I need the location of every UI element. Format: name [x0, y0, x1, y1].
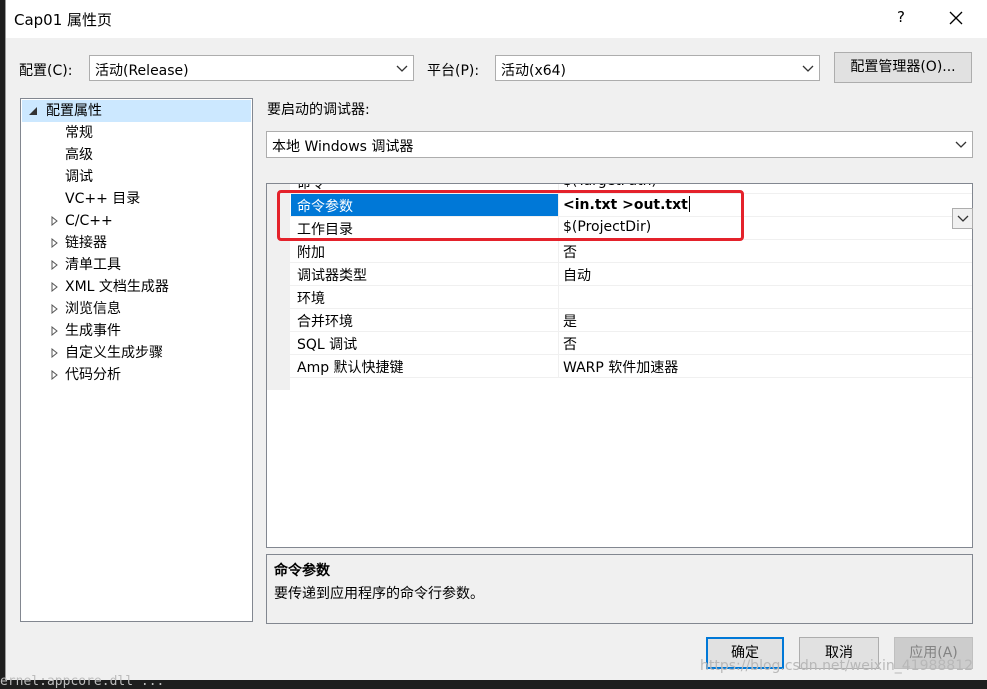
column-divider	[558, 184, 559, 193]
description-title: 命令参数	[274, 563, 330, 579]
description-panel: 命令参数 要传递到应用程序的命令行参数。	[266, 554, 973, 624]
tree-item-label: 配置属性	[46, 103, 102, 119]
tree-group-label: 生成事件	[65, 323, 121, 339]
command-arguments-input[interactable]: <in.txt >out.txt	[563, 196, 690, 213]
column-divider	[558, 194, 559, 216]
tree-item[interactable]: VC++ 目录	[65, 188, 140, 210]
debugger-label: 要启动的调试器:	[267, 102, 370, 118]
column-divider	[558, 332, 559, 354]
property-row[interactable]: 调试器类型 自动	[290, 263, 972, 286]
property-name: SQL 调试	[297, 337, 358, 353]
property-row[interactable]: 环境	[290, 286, 972, 309]
title-bar: Cap01 属性页 ?	[6, 0, 987, 38]
column-divider	[558, 240, 559, 262]
tree-group-label: 清单工具	[65, 257, 121, 273]
property-row[interactable]: 命令参数 <in.txt >out.txt	[290, 194, 972, 217]
collapsed-triangle-icon	[49, 304, 59, 314]
chevron-down-icon	[802, 64, 814, 74]
grid-gutter	[267, 184, 290, 390]
debugger-value: 本地 Windows 调试器	[272, 139, 414, 155]
tree-group-label: 代码分析	[65, 367, 121, 383]
column-divider	[558, 355, 559, 377]
tree-item[interactable]: 常规	[65, 122, 93, 144]
column-divider	[558, 263, 559, 285]
text-cursor	[688, 196, 690, 212]
property-grid: 命令 $(TargetPath) 命令参数 <in.txt >out.txt 工作目录 $…	[266, 183, 973, 548]
property-value: $(ProjectDir)	[563, 219, 652, 235]
property-row[interactable]: Amp 默认快捷键 WARP 软件加速器	[290, 355, 972, 378]
tree-item[interactable]: 高级	[65, 144, 93, 166]
property-value: 自动	[563, 268, 591, 284]
column-divider	[558, 217, 559, 239]
window-title: Cap01 属性页	[14, 11, 113, 29]
property-value: 是	[563, 314, 577, 330]
close-icon[interactable]	[944, 6, 968, 30]
collapsed-triangle-icon	[49, 238, 59, 248]
platform-label: 平台(P):	[427, 63, 480, 79]
property-value: 否	[563, 245, 577, 261]
collapsed-triangle-icon	[49, 370, 59, 380]
property-value: $(TargetPath)	[563, 184, 657, 189]
property-row[interactable]: 工作目录 $(ProjectDir)	[290, 217, 972, 240]
description-text: 要传递到应用程序的命令行参数。	[274, 586, 484, 602]
chevron-down-icon	[396, 64, 408, 74]
tree-group-label: 自定义生成步骤	[65, 345, 163, 361]
column-divider	[558, 309, 559, 331]
tree-group-label: C/C++	[65, 213, 113, 229]
collapsed-triangle-icon	[49, 260, 59, 270]
column-divider	[558, 286, 559, 308]
property-name: 调试器类型	[297, 268, 367, 284]
tree-group-label: 链接器	[65, 235, 107, 251]
property-value: WARP 软件加速器	[563, 360, 679, 376]
property-pages-dialog: Cap01 属性页 ? 配置(C): 活动(Release) 平台(P): 活动…	[5, 0, 987, 680]
tree-item-root[interactable]: 配置属性	[22, 100, 251, 122]
tree-group-label: 浏览信息	[65, 301, 121, 317]
value-dropdown-button[interactable]	[952, 208, 973, 229]
config-manager-button[interactable]: 配置管理器(O)...	[834, 52, 972, 83]
debugger-dropdown[interactable]: 本地 Windows 调试器	[266, 131, 973, 158]
property-name: 命令参数	[297, 199, 353, 215]
property-tree: 配置属性 常规高级调试 VC++ 目录 C/C++ 链接器清单工具 XML 文档生成器…	[20, 98, 253, 622]
tree-group-label: XML 文档生成器	[65, 279, 169, 295]
collapsed-triangle-icon	[49, 216, 59, 226]
tree-item-label: 常规	[65, 125, 93, 141]
property-name: 附加	[297, 245, 325, 261]
property-name: Amp 默认快捷键	[297, 360, 404, 376]
property-row[interactable]: 合并环境 是	[290, 309, 972, 332]
property-row[interactable]: SQL 调试 否	[290, 332, 972, 355]
tree-item-label: 调试	[65, 169, 93, 185]
property-value: 否	[563, 337, 577, 353]
tree-item-label: VC++ 目录	[65, 191, 141, 207]
config-value: 活动(Release)	[95, 63, 189, 79]
chevron-down-icon	[955, 140, 967, 150]
property-name: 工作目录	[297, 222, 353, 238]
config-dropdown[interactable]: 活动(Release)	[89, 55, 414, 81]
watermark: https://blog.csdn.net/weixin_41988812	[700, 658, 974, 674]
platform-dropdown[interactable]: 活动(x64)	[495, 55, 820, 81]
collapsed-triangle-icon	[49, 282, 59, 292]
config-label: 配置(C):	[19, 63, 73, 79]
collapsed-triangle-icon	[49, 348, 59, 358]
tree-item-label: 高级	[65, 147, 93, 163]
expanded-triangle-icon	[28, 106, 38, 116]
help-button[interactable]: ?	[891, 8, 911, 26]
tree-item[interactable]: 调试	[65, 166, 93, 188]
property-name: 环境	[297, 291, 325, 307]
collapsed-triangle-icon	[49, 326, 59, 336]
property-name: 合并环境	[297, 314, 353, 330]
property-name: 命令	[297, 183, 325, 192]
platform-value: 活动(x64)	[501, 63, 567, 79]
property-row[interactable]: 命令 $(TargetPath)	[290, 183, 972, 194]
property-row[interactable]: 附加 否	[290, 240, 972, 263]
